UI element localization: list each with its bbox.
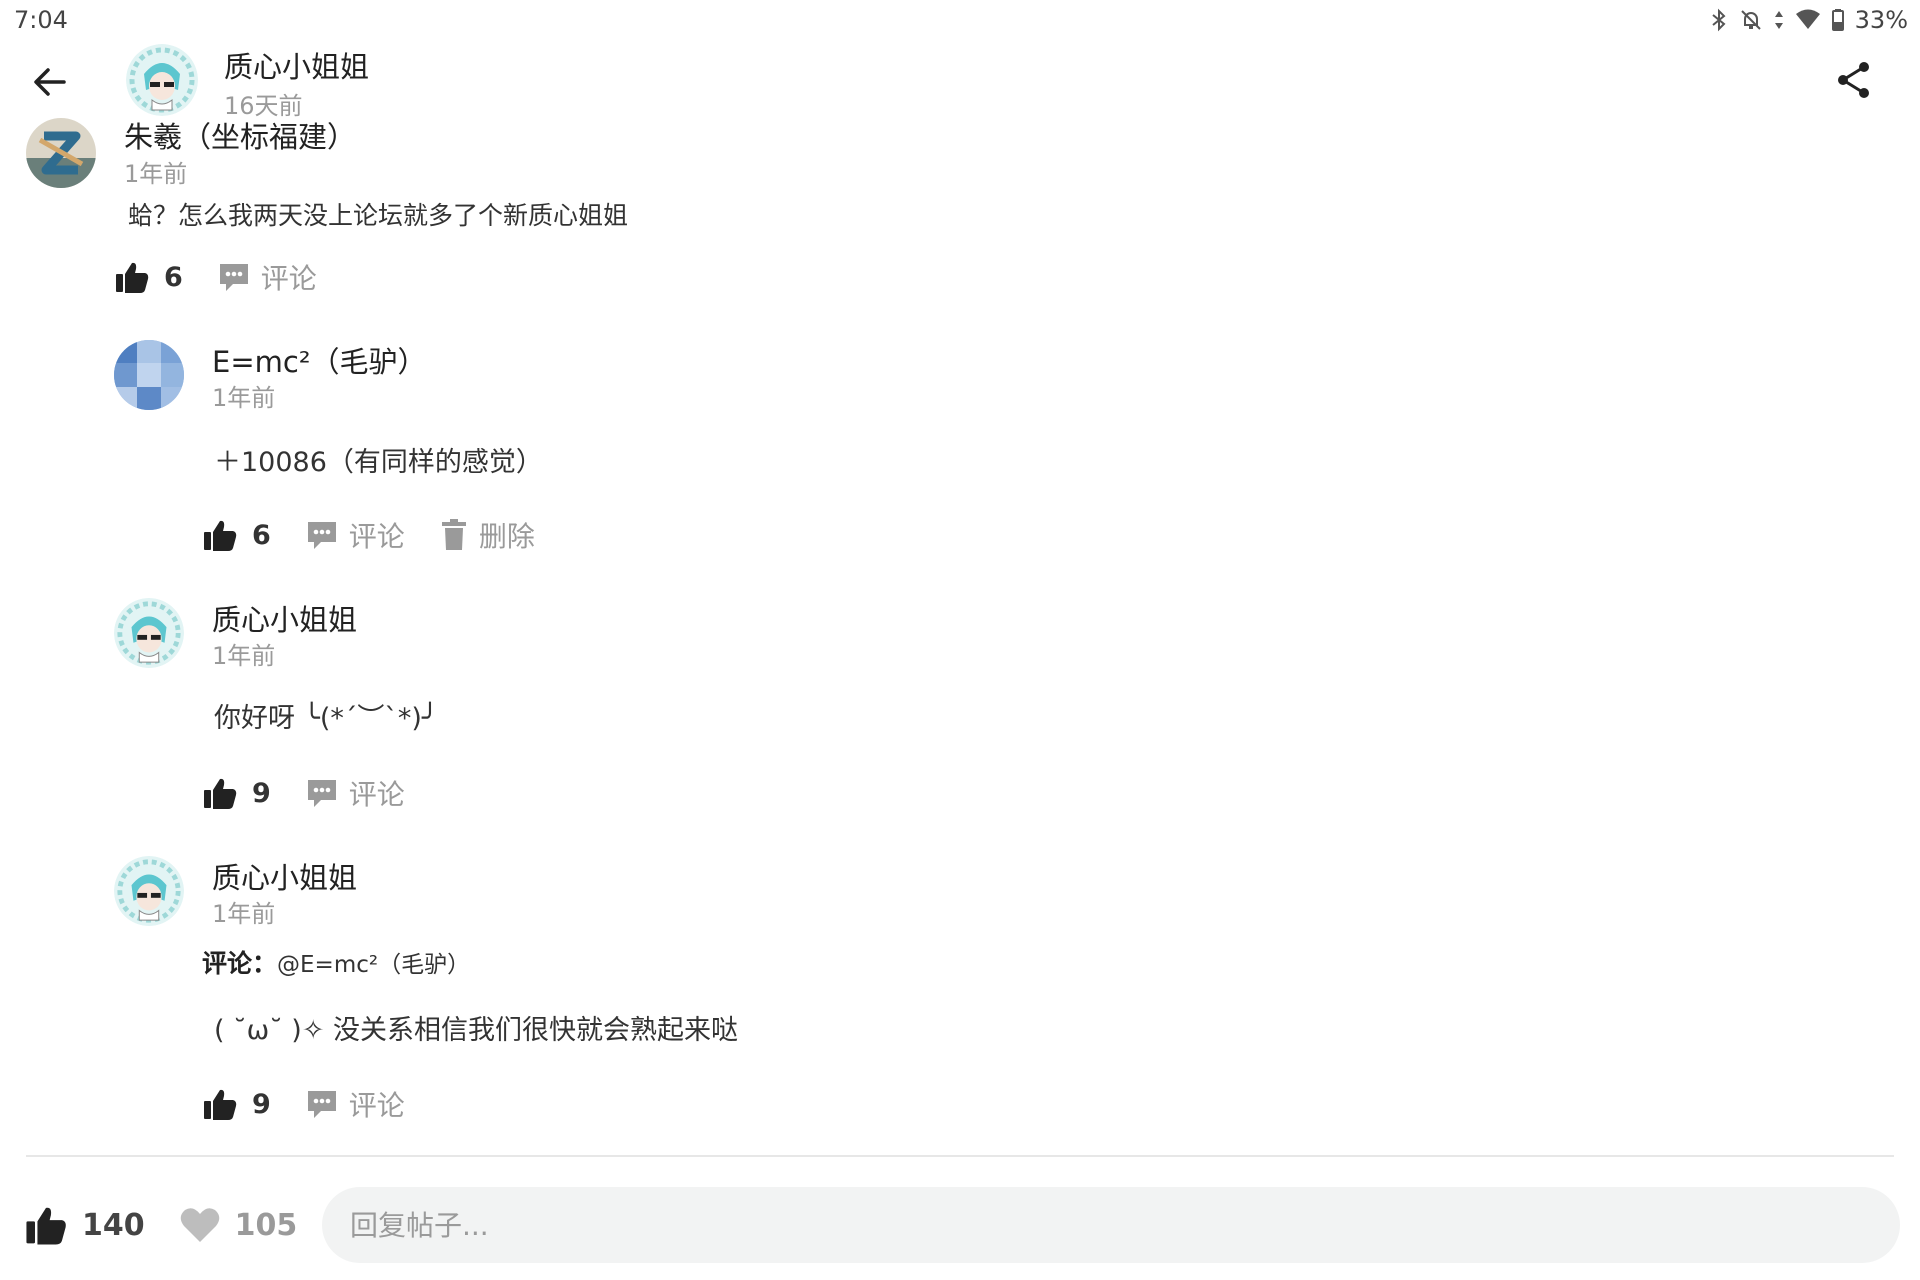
reply-2-time: 1年前 [212,642,276,670]
reply-1-text: ＋10086（有同样的感觉） [214,447,543,478]
comment-reply-button[interactable]: 评论 [217,257,317,297]
reply-3-author-avatar[interactable] [114,856,184,926]
wifi-icon [1795,9,1820,29]
post-like-button[interactable]: 140 [24,1203,145,1247]
comment-reply-label: 评论 [260,262,317,295]
reply-2-comment-label: 评论 [348,778,405,811]
reply-3-like-count: 9 [252,1088,271,1120]
reply-1-delete-label: 删除 [478,520,535,553]
reply-2-author-name[interactable]: 质心小姐姐 [212,597,357,639]
notifications-off-icon [1740,10,1761,30]
heart-icon [180,1208,219,1242]
reply-3-actions: 9 评论 [202,1084,405,1124]
reply-2-comment-button[interactable]: 评论 [305,773,405,813]
header-author-name[interactable]: 质心小姐姐 [224,44,369,86]
reply-1-actions: 6 评论 删除 [202,515,535,555]
comment-bubble-icon [307,522,336,549]
comment-bubble-icon [307,1091,336,1118]
bluetooth-icon [1712,8,1726,32]
reply-1-delete-button[interactable]: 删除 [439,515,535,555]
comment-time: 1年前 [124,160,188,188]
reply-3-comment-label: 评论 [348,1089,405,1122]
thumbs-up-icon [204,1089,237,1120]
share-button[interactable] [1832,58,1876,102]
post-like-count: 140 [82,1207,145,1243]
reply-1-author-name[interactable]: E=mc²（毛驴） [212,339,426,381]
thumbs-up-icon [204,520,237,551]
comment-like-count: 6 [164,261,183,293]
status-icons: 33% [1709,6,1908,34]
reply-2-actions: 9 评论 [202,773,405,813]
share-icon [1838,62,1869,98]
reply-1-comment-label: 评论 [348,520,405,553]
reply-1-author-avatar[interactable] [114,340,184,410]
post-favorite-button[interactable]: 105 [179,1205,298,1245]
thumbs-up-icon [26,1207,66,1245]
reply-3-like-button[interactable]: 9 [202,1086,271,1122]
post-favorite-count: 105 [234,1207,298,1243]
reply-2-text: 你好呀 ╰(*´︶`*)╯ [214,703,439,734]
status-time: 7:04 [14,6,68,34]
reply-3-mention[interactable]: @E=mc²（毛驴） [277,952,470,978]
divider [26,1155,1894,1157]
reply-3-author-name[interactable]: 质心小姐姐 [212,855,357,897]
reply-3-comment-button[interactable]: 评论 [305,1084,405,1124]
comment-author-avatar[interactable] [26,118,96,188]
comment-actions: 6 评论 [114,257,317,297]
comment-bubble-icon [219,264,248,291]
comment-text: 蛤？怎么我两天没上论坛就多了个新质心姐姐 [128,201,629,230]
arrow-left-icon [34,68,66,96]
comment-bubble-icon [307,780,336,807]
reply-3-reply-target: 评论：@E=mc²（毛驴） [202,944,470,980]
reply-1-like-count: 6 [252,519,271,551]
reply-2-author-avatar[interactable] [114,598,184,668]
reply-post-input[interactable] [322,1187,1900,1263]
comment-like-button[interactable]: 6 [114,259,183,295]
reply-3-text: ( ˘ω˘ )✧ 没关系相信我们很快就会熟起来哒 [214,1015,739,1046]
data-arrows-icon [1774,11,1783,29]
reply-3-time: 1年前 [212,900,276,928]
reply-2-like-count: 9 [252,777,271,809]
back-button[interactable] [28,60,72,104]
reply-2-like-button[interactable]: 9 [202,775,271,811]
header-author-avatar[interactable] [126,44,198,116]
battery-percent: 33% [1854,6,1908,34]
thumbs-up-icon [204,778,237,809]
trash-icon [441,519,466,550]
thumbs-up-icon [116,262,149,293]
reply-3-reply-prefix: 评论： [202,949,278,978]
reply-1-time: 1年前 [212,384,276,412]
reply-1-comment-button[interactable]: 评论 [305,515,405,555]
battery-icon [1831,9,1844,31]
reply-1-like-button[interactable]: 6 [202,517,271,553]
comment-author-name[interactable]: 朱羲（坐标福建） [124,114,356,156]
